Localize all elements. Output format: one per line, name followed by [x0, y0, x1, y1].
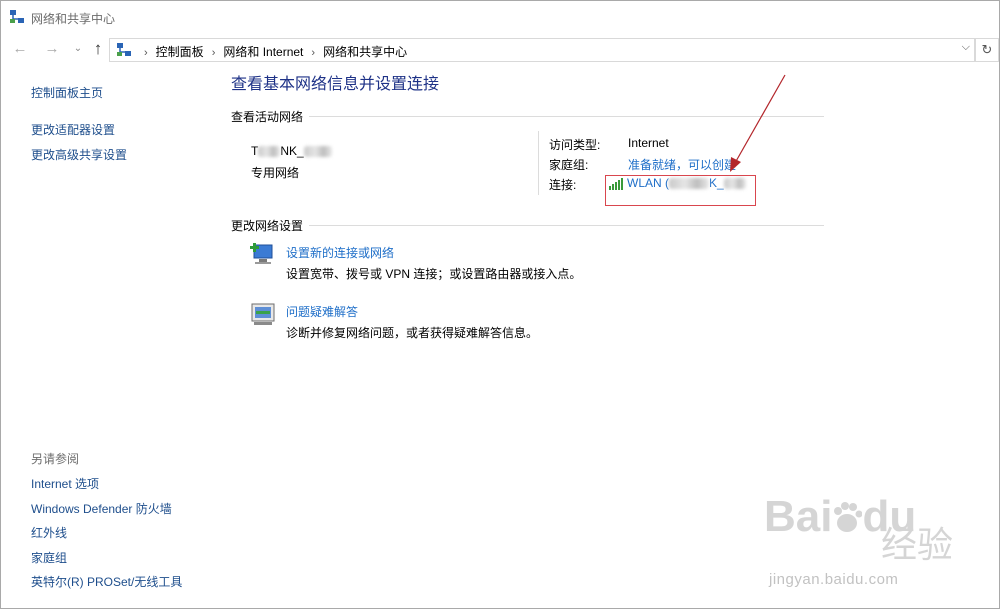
section-divider [309, 225, 824, 226]
page-title: 查看基本网络信息并设置连接 [231, 76, 440, 93]
up-arrow-icon[interactable]: ↑ [89, 40, 107, 58]
setup-new-connection-link[interactable]: 设置新的连接或网络 [286, 244, 394, 261]
breadcrumb-item[interactable]: 网络和共享中心 [323, 43, 407, 60]
change-adapter-settings-link[interactable]: 更改适配器设置 [31, 121, 115, 138]
troubleshoot-problems-description: 诊断并修复网络问题，或者获得疑难解答信息。 [286, 326, 539, 340]
see-also-heading: 另请参阅 [31, 452, 80, 466]
homegroup-status-link[interactable]: 准备就绪，可以创建 [628, 156, 736, 173]
refresh-icon[interactable]: ↻ [975, 38, 999, 62]
navigation-bar: ← → ⌄ ↑ › 控制面板 › 网络和 Internet › 网络和共享中心 ⌵ ↻ [1, 37, 999, 63]
breadcrumb: › 控制面板 › 网络和 Internet › 网络和共享中心 [136, 43, 407, 60]
baidu-watermark-url: jingyan.baidu.com [769, 571, 899, 588]
breadcrumb-item[interactable]: 控制面板 [156, 43, 204, 60]
internet-options-link[interactable]: Internet 选项 [31, 475, 99, 492]
infrared-link[interactable]: 红外线 [31, 524, 67, 541]
breadcrumb-separator-icon[interactable]: › [212, 47, 216, 59]
title-bar: 网络和共享中心 [1, 1, 999, 33]
network-name-tail: NK_ [280, 144, 304, 158]
baidu-paw-icon [834, 502, 863, 532]
baidu-jingyan-text: 经验 [881, 524, 954, 565]
baidu-logo-text: Bai [764, 492, 833, 541]
network-name: T NK_ [251, 144, 332, 158]
redacted-blur [258, 146, 281, 158]
change-network-settings-heading: 更改网络设置 [231, 219, 304, 233]
back-arrow-icon[interactable]: ← [11, 40, 29, 58]
new-connection-icon [250, 243, 273, 264]
address-bar[interactable]: › 控制面板 › 网络和 Internet › 网络和共享中心 ⌵ [109, 38, 975, 62]
recent-locations-chevron-icon[interactable]: ⌄ [69, 40, 87, 58]
windows-defender-firewall-link[interactable]: Windows Defender 防火墙 [31, 500, 172, 517]
access-type-value: Internet [628, 136, 669, 150]
window: 网络和共享中心 ← → ⌄ ↑ › 控制面板 › 网络和 Internet › 网络和共享… [0, 0, 1000, 609]
active-networks-heading: 查看活动网络 [231, 110, 304, 124]
control-panel-icon [117, 43, 131, 56]
troubleshoot-icon [251, 303, 275, 325]
intel-proset-wireless-link[interactable]: 英特尔(R) PROSet/无线工具 [31, 573, 182, 590]
vertical-divider [538, 131, 539, 195]
connection-label: 连接: [549, 178, 577, 192]
homegroup-label: 家庭组: [549, 158, 589, 172]
annotation-highlight-box [605, 175, 756, 206]
control-panel-home-link[interactable]: 控制面板主页 [31, 84, 103, 101]
window-title: 网络和共享中心 [31, 12, 116, 26]
breadcrumb-separator-icon[interactable]: › [311, 47, 315, 59]
forward-arrow-icon[interactable]: → [43, 40, 61, 58]
network-type: 专用网络 [251, 166, 300, 180]
network-name-text: T [251, 144, 259, 158]
change-advanced-sharing-link[interactable]: 更改高级共享设置 [31, 146, 127, 163]
address-dropdown-chevron-icon[interactable]: ⌵ [962, 41, 970, 54]
breadcrumb-separator-icon: › [144, 47, 148, 59]
access-type-label: 访问类型: [549, 138, 601, 152]
redacted-blur [303, 146, 332, 158]
troubleshoot-problems-link[interactable]: 问题疑难解答 [286, 303, 358, 320]
section-divider [309, 116, 824, 117]
network-sharing-center-icon [10, 10, 24, 23]
breadcrumb-item[interactable]: 网络和 Internet [223, 43, 303, 60]
setup-new-connection-description: 设置宽带、拨号或 VPN 连接；或设置路由器或接入点。 [286, 267, 582, 281]
homegroup-link[interactable]: 家庭组 [31, 549, 67, 566]
